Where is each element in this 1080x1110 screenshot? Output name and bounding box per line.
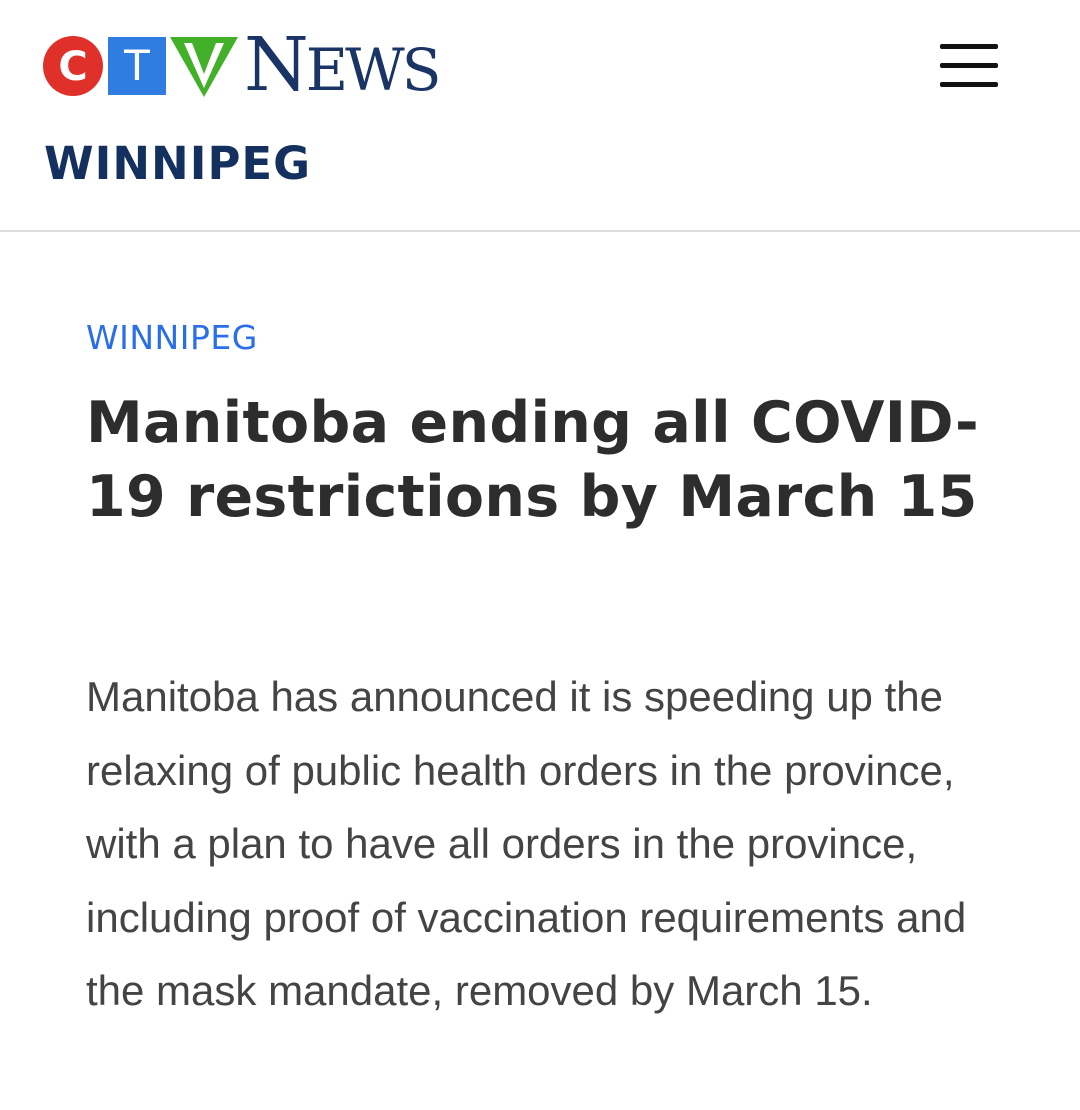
ctv-logo-icon: C T V <box>43 36 238 97</box>
ctv-news-logo[interactable]: C T V NEWS <box>42 28 441 102</box>
menu-bar <box>940 82 998 87</box>
category-link[interactable]: WINNIPEG <box>86 318 258 358</box>
logo-letter-t: T <box>123 41 150 90</box>
logo-letter-c: C <box>58 44 87 90</box>
hamburger-menu-icon[interactable] <box>940 44 998 88</box>
news-wordmark: NEWS <box>244 21 441 108</box>
menu-bar <box>940 63 998 68</box>
article-headline: Manitoba ending all COVID-19 restriction… <box>86 390 979 530</box>
article-body: Manitoba has announced it is speeding up… <box>86 673 967 1014</box>
site-header: C T V NEWS WINNIPEG <box>0 0 1080 232</box>
article-page: C T V NEWS WINNIPEG WINNIPEG Manitoba en… <box>0 0 1080 1110</box>
section-title[interactable]: WINNIPEG <box>44 138 311 190</box>
menu-bar <box>940 44 998 49</box>
